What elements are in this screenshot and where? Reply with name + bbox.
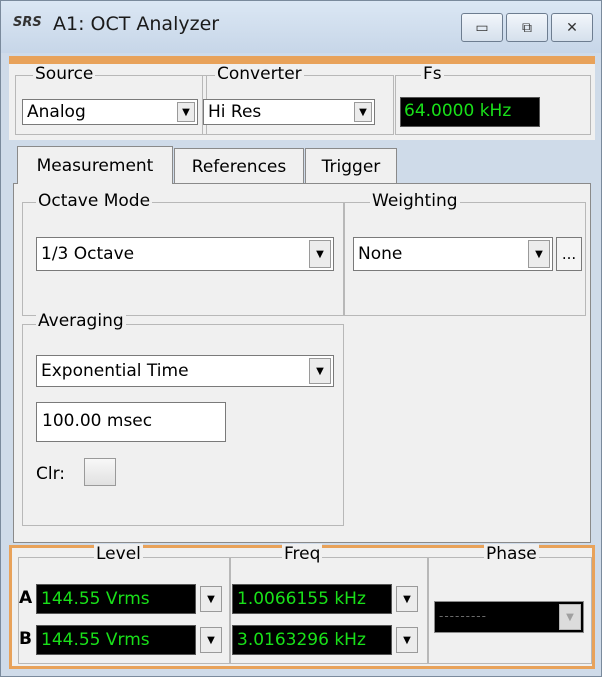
chevron-down-icon: ▼ [528,240,550,268]
chevron-down-icon: ▼ [309,240,331,268]
converter-value: Hi Res [208,102,262,122]
close-button[interactable]: ✕ [551,13,593,42]
level-b-select[interactable]: 144.55 Vrms ▼ [36,625,222,655]
chevron-down-icon: ▼ [177,102,195,122]
channel-b-label: B [19,629,32,649]
fs-label: Fs [421,64,444,84]
source-value: Analog [27,102,86,122]
octave-mode-value: 1/3 Octave [41,244,135,264]
weighting-value: None [358,244,403,264]
freq-b-display: 3.0163296 kHz [232,625,392,655]
chevron-down-icon: ▼ [354,102,372,122]
window-title: A1: OCT Analyzer [53,13,220,35]
ellipsis-icon: ... [561,245,577,263]
tab-references-label: References [191,156,287,177]
freq-a-display: 1.0066155 kHz [232,584,392,614]
level-a-select[interactable]: 144.55 Vrms ▼ [36,584,222,614]
tab-trigger-label: Trigger [321,156,381,177]
level-b-value: 144.55 Vrms [41,630,150,650]
level-a-value: 144.55 Vrms [41,589,150,609]
input-settings-panel: Source Analog ▼ Converter Hi Res ▼ Fs 64… [9,64,595,140]
source-label: Source [33,64,96,84]
measurement-panel: Octave Mode 1/3 Octave ▼ Weighting None … [13,183,591,543]
chevron-down-icon: ▼ [200,586,222,612]
tab-measurement-label: Measurement [36,155,154,176]
octave-mode-label: Octave Mode [36,191,153,211]
fs-display: 64.0000 kHz [400,97,540,127]
octave-mode-select[interactable]: 1/3 Octave ▼ [36,237,334,271]
top-accent-strip [9,56,595,64]
srs-logo-icon: SRS [13,15,42,30]
channel-a-label: A [19,588,33,608]
title-bar[interactable]: SRS A1: OCT Analyzer ▭ ⧉ ✕ [1,1,601,53]
minimize-button[interactable]: ▭ [461,13,503,42]
close-icon: ✕ [566,19,578,36]
tab-references[interactable]: References [174,148,304,184]
level-header: Level [94,544,143,564]
chevron-down-icon: ▼ [396,627,418,653]
phase-select[interactable]: --------- ▼ [434,601,584,633]
phase-header: Phase [484,544,539,564]
weighting-select[interactable]: None ▼ [353,237,553,271]
chevron-down-icon: ▼ [559,604,581,630]
converter-label: Converter [215,64,304,84]
meters-panel: Level Freq Phase A 144.55 Vrms ▼ 1.00661… [9,544,595,669]
restore-button[interactable]: ⧉ [506,13,548,42]
averaging-type-select[interactable]: Exponential Time ▼ [36,355,334,387]
averaging-label: Averaging [36,311,126,331]
weighting-label: Weighting [370,191,460,211]
fs-value: 64.0000 kHz [404,101,512,121]
tab-trigger[interactable]: Trigger [305,148,397,184]
freq-b-select[interactable]: 3.0163296 kHz ▼ [232,625,420,655]
phase-value: --------- [439,609,487,623]
tab-measurement[interactable]: Measurement [17,146,173,184]
restore-icon: ⧉ [522,19,532,36]
level-a-display: 144.55 Vrms [36,584,196,614]
converter-select[interactable]: Hi Res ▼ [203,99,375,125]
averaging-type-value: Exponential Time [41,361,189,381]
averaging-time-value: 100.00 msec [42,411,153,431]
freq-b-value: 3.0163296 kHz [237,630,366,650]
minimize-icon: ▭ [475,19,489,36]
freq-a-value: 1.0066155 kHz [237,589,366,609]
chevron-down-icon: ▼ [396,586,418,612]
clear-averaging-button[interactable] [84,458,116,486]
chevron-down-icon: ▼ [309,358,331,384]
source-select[interactable]: Analog ▼ [22,99,198,125]
weighting-options-button[interactable]: ... [556,237,582,271]
oct-analyzer-window: SRS A1: OCT Analyzer ▭ ⧉ ✕ Source Analog… [0,0,602,677]
freq-a-select[interactable]: 1.0066155 kHz ▼ [232,584,420,614]
level-b-display: 144.55 Vrms [36,625,196,655]
chevron-down-icon: ▼ [200,627,222,653]
clear-label: Clr: [36,464,66,484]
freq-header: Freq [282,544,323,564]
averaging-time-input[interactable]: 100.00 msec [36,402,226,442]
